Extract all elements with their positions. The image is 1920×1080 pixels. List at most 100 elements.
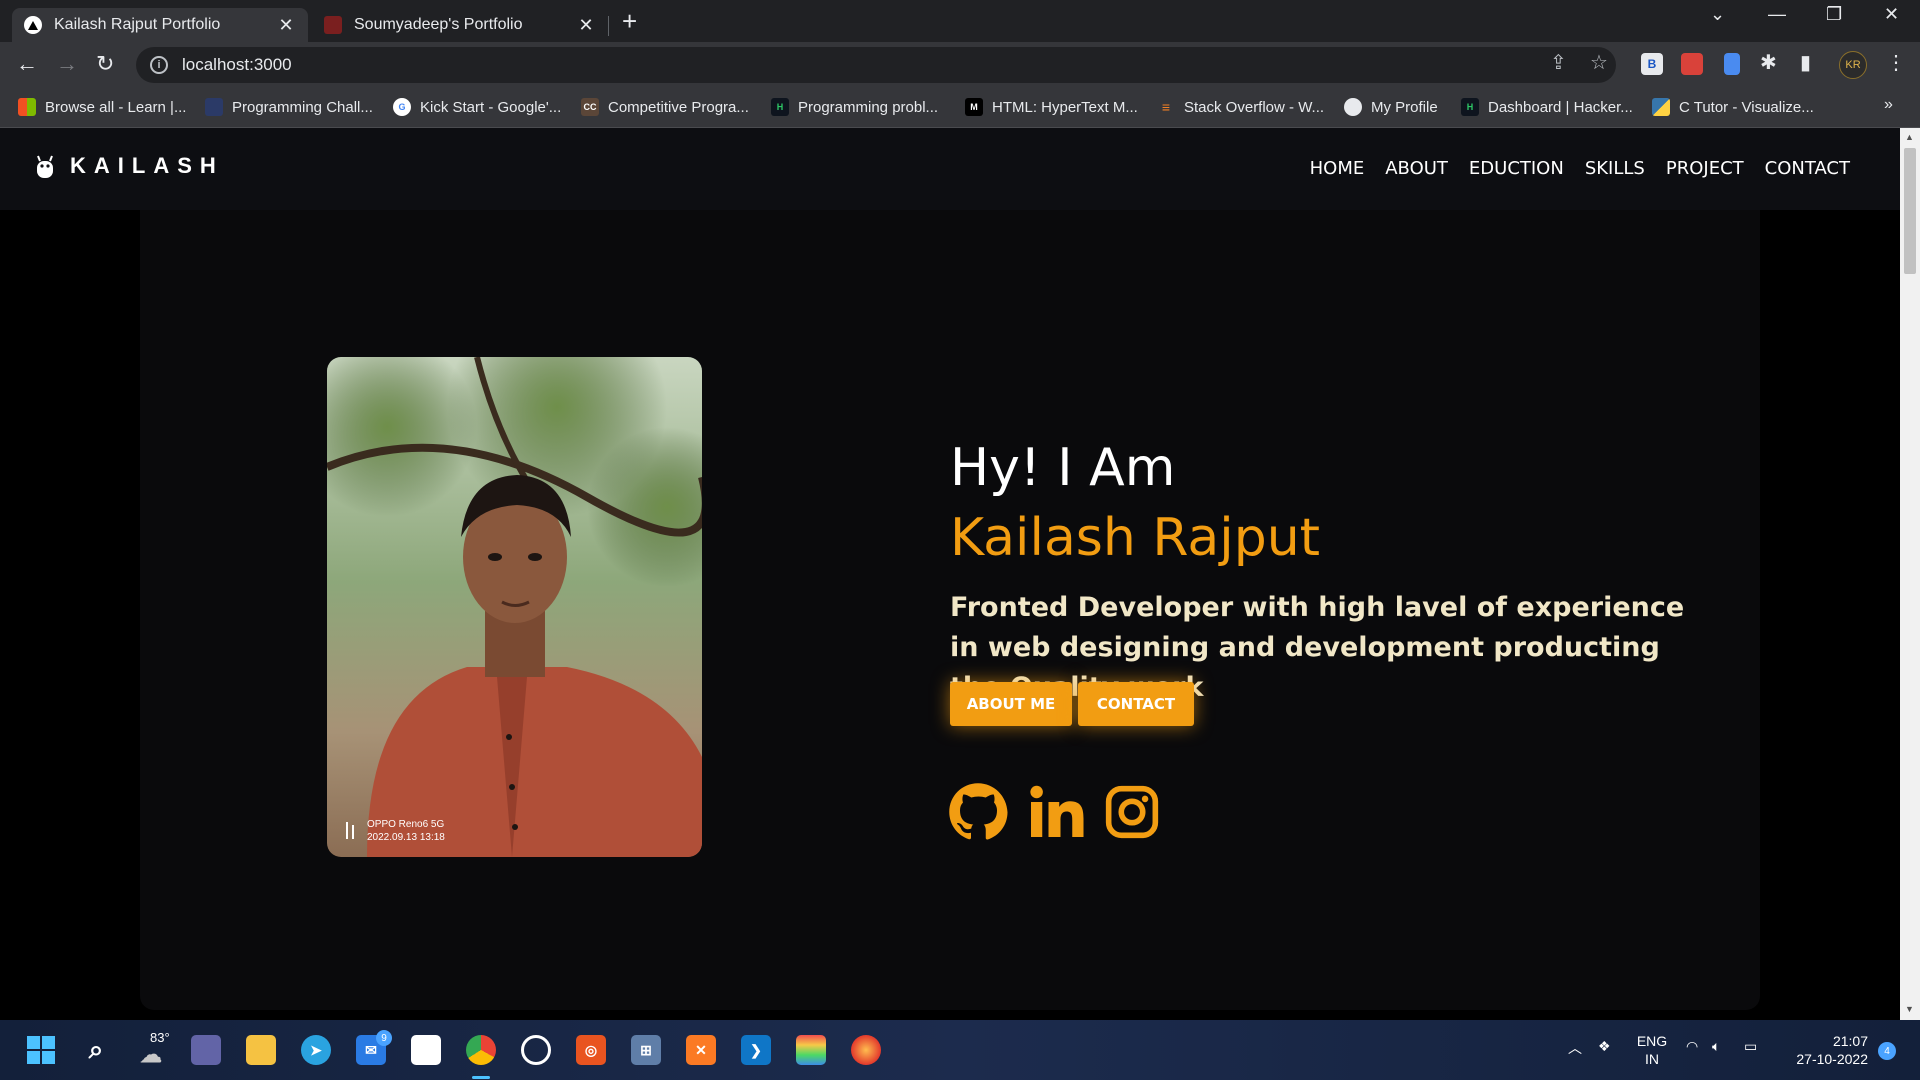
active-app-indicator xyxy=(472,1076,490,1079)
bookmark-label: Browse all - Learn |... xyxy=(45,98,187,116)
bookmark-item[interactable]: H Dashboard | Hacker... xyxy=(1461,98,1633,116)
site-navbar: KAILASH HOME ABOUT EDUCTION SKILLS PROJE… xyxy=(0,128,1900,210)
bookmark-item[interactable]: H Programming probl... xyxy=(771,98,938,116)
battery-icon[interactable]: ▭ xyxy=(1744,1038,1757,1055)
bookmark-item[interactable]: My Profile xyxy=(1344,98,1438,116)
bookmark-star-icon[interactable]: ☆ xyxy=(1590,50,1608,75)
page-scrollbar[interactable]: ▲ ▼ xyxy=(1900,128,1920,1020)
address-bar[interactable]: i localhost:3000 xyxy=(136,47,1616,83)
nav-about[interactable]: ABOUT xyxy=(1385,158,1448,179)
microsoft-logo-icon xyxy=(18,98,36,116)
bookmark-item[interactable]: CC Competitive Progra... xyxy=(581,98,749,116)
clock[interactable]: 21:07 27-10-2022 xyxy=(1778,1032,1868,1068)
tab-search-chevron-icon[interactable]: ⌄ xyxy=(1710,4,1725,25)
chrome-icon[interactable] xyxy=(466,1035,496,1065)
search-icon[interactable]: ⌕ xyxy=(81,1034,111,1065)
bookmark-label: My Profile xyxy=(1371,98,1438,116)
extension-doc-icon[interactable] xyxy=(1724,53,1740,75)
nav-skills[interactable]: SKILLS xyxy=(1585,158,1645,179)
bookmark-item[interactable]: Browse all - Learn |... xyxy=(18,98,186,116)
scroll-up-icon[interactable]: ▲ xyxy=(1905,132,1914,142)
share-icon[interactable]: ⇪ xyxy=(1550,50,1567,75)
calculator-icon[interactable]: ⊞ xyxy=(631,1035,661,1065)
scroll-down-icon[interactable]: ▼ xyxy=(1905,1004,1914,1014)
nav-contact[interactable]: CONTACT xyxy=(1765,158,1850,179)
linkedin-icon[interactable] xyxy=(1026,782,1086,847)
language-indicator[interactable]: ENG IN xyxy=(1632,1032,1672,1068)
new-tab-icon[interactable]: + xyxy=(622,6,637,37)
bookmarks-overflow-icon[interactable]: » xyxy=(1884,96,1893,114)
close-tab-icon[interactable]: ✕ xyxy=(276,15,296,36)
back-arrow-icon[interactable]: ← xyxy=(16,51,38,77)
codechef-cc-icon: CC xyxy=(581,98,599,116)
profile-avatar[interactable]: KR xyxy=(1839,51,1867,79)
wifi-icon[interactable]: ◠ xyxy=(1686,1038,1698,1055)
microsoft-store-icon[interactable] xyxy=(411,1035,441,1065)
chrome-menu-icon[interactable]: ⋮ xyxy=(1886,50,1906,75)
vscode-icon[interactable]: ❯ xyxy=(741,1035,771,1065)
tab-kailash-portfolio[interactable]: Kailash Rajput Portfolio ✕ xyxy=(12,8,308,42)
python-logo-icon xyxy=(1652,98,1670,116)
close-window-icon[interactable]: ✕ xyxy=(1884,4,1899,25)
profile-photo: OPPO Reno6 5G 2022.09.13 13:18 xyxy=(327,357,702,857)
bookmark-item[interactable]: Programming Chall... xyxy=(205,98,373,116)
mail-badge: 9 xyxy=(376,1030,392,1046)
close-tab-icon[interactable]: ✕ xyxy=(576,15,596,36)
tab-soumyadeep-portfolio[interactable]: Soumyadeep's Portfolio ✕ xyxy=(312,8,608,42)
extensions-puzzle-icon[interactable]: ✱ xyxy=(1760,50,1777,75)
notification-badge[interactable]: 4 xyxy=(1878,1042,1896,1060)
nav-project[interactable]: PROJECT xyxy=(1666,158,1744,179)
bookmark-label: Dashboard | Hacker... xyxy=(1488,98,1633,116)
volume-icon[interactable]: 🔈︎ xyxy=(1712,1038,1720,1055)
github-desktop-icon[interactable] xyxy=(521,1035,551,1065)
nav-education[interactable]: EDUCTION xyxy=(1469,158,1564,179)
windows-start-icon[interactable] xyxy=(26,1035,56,1065)
android-logo-icon xyxy=(37,155,53,178)
file-explorer-icon[interactable] xyxy=(246,1035,276,1065)
google-g-icon: G xyxy=(393,98,411,116)
profile-photo-illustration: OPPO Reno6 5G 2022.09.13 13:18 xyxy=(327,357,702,857)
tab-title: Kailash Rajput Portfolio xyxy=(54,16,221,33)
bookmark-item[interactable]: M HTML: HyperText M... xyxy=(965,98,1138,116)
hero-section: OPPO Reno6 5G 2022.09.13 13:18 Hy! I Am … xyxy=(140,210,1760,1010)
extension-b-icon[interactable]: B xyxy=(1641,53,1663,75)
forward-arrow-icon[interactable]: → xyxy=(56,51,78,77)
ubuntu-icon[interactable]: ◎ xyxy=(576,1035,606,1065)
about-me-button[interactable]: ABOUT ME xyxy=(950,682,1072,726)
firefox-icon[interactable] xyxy=(851,1035,881,1065)
telegram-icon[interactable]: ➤ xyxy=(301,1035,331,1065)
instagram-icon[interactable] xyxy=(1104,784,1160,845)
site-info-icon[interactable]: i xyxy=(150,56,168,74)
bookmark-item[interactable]: ≡ Stack Overflow - W... xyxy=(1157,98,1324,116)
person-favicon-icon xyxy=(324,16,342,34)
book-icon xyxy=(205,98,223,116)
contact-button[interactable]: CONTACT xyxy=(1078,682,1194,726)
teams-chat-icon[interactable] xyxy=(191,1035,221,1065)
bookmark-label: Programming Chall... xyxy=(232,98,373,116)
browser-tab-strip: Kailash Rajput Portfolio ✕ Soumyadeep's … xyxy=(0,0,1920,42)
minimize-icon[interactable]: — xyxy=(1768,4,1786,25)
hero-name: Kailash Rajput xyxy=(950,508,1321,568)
bluestacks-icon[interactable] xyxy=(796,1035,826,1065)
bookmark-label: Programming probl... xyxy=(798,98,939,116)
github-icon[interactable] xyxy=(948,782,1008,847)
bookmark-label: C Tutor - Visualize... xyxy=(1679,98,1814,116)
bookmark-item[interactable]: G Kick Start - Google'... xyxy=(393,98,561,116)
browser-toolbar: ← → ↻ i localhost:3000 ⇪ ☆ B ✱ ▮ KR ⋮ xyxy=(0,42,1920,88)
nav-home[interactable]: HOME xyxy=(1310,158,1365,179)
photo-watermark-device: OPPO Reno6 5G xyxy=(367,819,444,830)
restore-icon[interactable]: ❐ xyxy=(1826,4,1842,25)
reload-icon[interactable]: ↻ xyxy=(96,51,114,77)
system-tray-chevron-icon[interactable]: ︿ xyxy=(1568,1038,1582,1058)
hackerrank-icon: H xyxy=(1461,98,1479,116)
dropbox-icon[interactable]: ❖ xyxy=(1598,1038,1611,1055)
side-panel-icon[interactable]: ▮ xyxy=(1800,50,1811,75)
clock-date: 27-10-2022 xyxy=(1796,1051,1868,1067)
extension-red-icon[interactable] xyxy=(1681,53,1703,75)
mdn-icon: M xyxy=(965,98,983,116)
bookmark-item[interactable]: C Tutor - Visualize... xyxy=(1652,98,1814,116)
site-brand[interactable]: KAILASH xyxy=(34,152,224,180)
scroll-thumb[interactable] xyxy=(1904,148,1916,274)
xampp-icon[interactable]: ✕ xyxy=(686,1035,716,1065)
tab-title: Soumyadeep's Portfolio xyxy=(354,16,523,33)
